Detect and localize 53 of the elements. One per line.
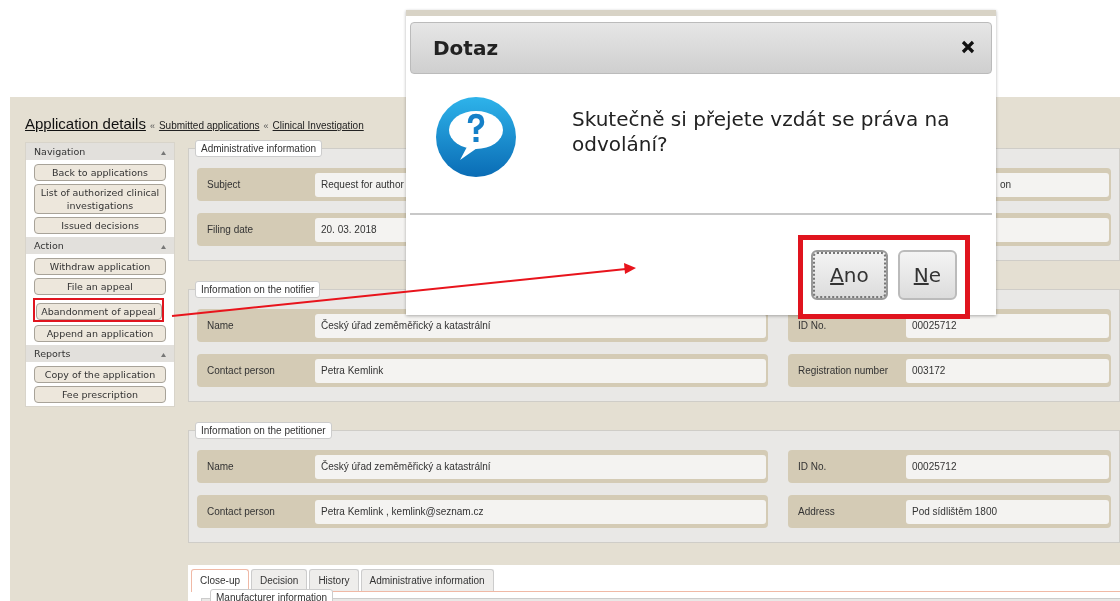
sidebar-button[interactable]: File an appeal — [34, 278, 166, 295]
collapse-icon[interactable] — [161, 353, 166, 357]
section-legend: Information on the petitioner — [195, 422, 332, 439]
collapse-icon[interactable] — [161, 151, 166, 155]
field-label: Contact person — [207, 506, 276, 517]
breadcrumb-link[interactable]: Submitted applications — [158, 120, 260, 131]
section-legend: Information on the notifier — [195, 281, 321, 298]
field-label: Registration number — [798, 365, 890, 376]
sidebar-button[interactable]: Fee prescription — [34, 386, 166, 403]
sidebar-button[interactable]: Back to applications — [34, 164, 166, 181]
sidebar-button[interactable]: Append an application — [34, 325, 166, 342]
sidebar-section-header[interactable]: Reports — [26, 345, 174, 362]
sidebar-button[interactable]: Abandonment of appeal — [35, 303, 162, 320]
section-title: Reports — [34, 348, 71, 359]
field-label: ID No. — [798, 461, 828, 472]
text-field[interactable]: 00025712 — [906, 454, 1109, 479]
sidebar-button[interactable]: Issued decisions — [34, 217, 166, 234]
page-title: Application details — [25, 115, 146, 132]
tab[interactable]: Decision — [251, 569, 308, 591]
sidebar-section-header[interactable]: Action — [26, 237, 174, 254]
section-legend: Administrative information — [195, 140, 323, 157]
text-field[interactable]: Petra Kemlink — [315, 358, 766, 383]
section-title: Action — [34, 240, 64, 251]
dialog-button[interactable]: Ano — [811, 250, 888, 300]
section-legend: Manufacturer information — [210, 589, 334, 601]
text-field[interactable]: 003172 — [906, 358, 1109, 383]
sidebar-section-header[interactable]: Navigation — [26, 143, 174, 160]
tab[interactable]: Administrative information — [360, 569, 494, 591]
field-label: Contact person — [207, 365, 276, 376]
field-label: Name — [207, 461, 235, 472]
field-label: Subject — [207, 179, 242, 190]
sidebar-button[interactable]: Copy of the application — [34, 366, 166, 383]
sidebar-button[interactable]: Withdraw application — [34, 258, 166, 275]
text-field[interactable]: Český úřad zeměměřický a katastrální — [315, 313, 766, 338]
dialog-message: Skutečně si přejete vzdát se práva na odvolání? — [572, 106, 951, 158]
dialog-button[interactable]: Ne — [897, 250, 957, 300]
collapse-icon[interactable] — [161, 245, 166, 249]
field-label: ID No. — [798, 320, 828, 331]
close-icon[interactable] — [961, 39, 975, 54]
sidebar-button[interactable]: List of authorized clinical investigations — [34, 184, 166, 214]
breadcrumb-separator: « — [263, 121, 269, 131]
text-field[interactable]: Petra Kemlink , kemlink@seznam.cz — [315, 499, 766, 524]
text-field[interactable]: 00025712 — [906, 313, 1109, 338]
field-label: Address — [798, 506, 836, 517]
tab[interactable]: History — [309, 569, 359, 591]
text-field[interactable]: Pod sídlištěm 1800 — [906, 499, 1109, 524]
dialog-title: Dotaz — [433, 36, 499, 60]
text-field[interactable]: Český úřad zeměměřický a katastrální — [315, 454, 766, 479]
breadcrumb-link[interactable]: Clinical Investigation — [272, 120, 364, 131]
field-label: Name — [207, 320, 235, 331]
section-title: Navigation — [34, 146, 86, 157]
breadcrumb-separator: « — [149, 121, 155, 131]
field-label: Filing date — [207, 224, 255, 235]
